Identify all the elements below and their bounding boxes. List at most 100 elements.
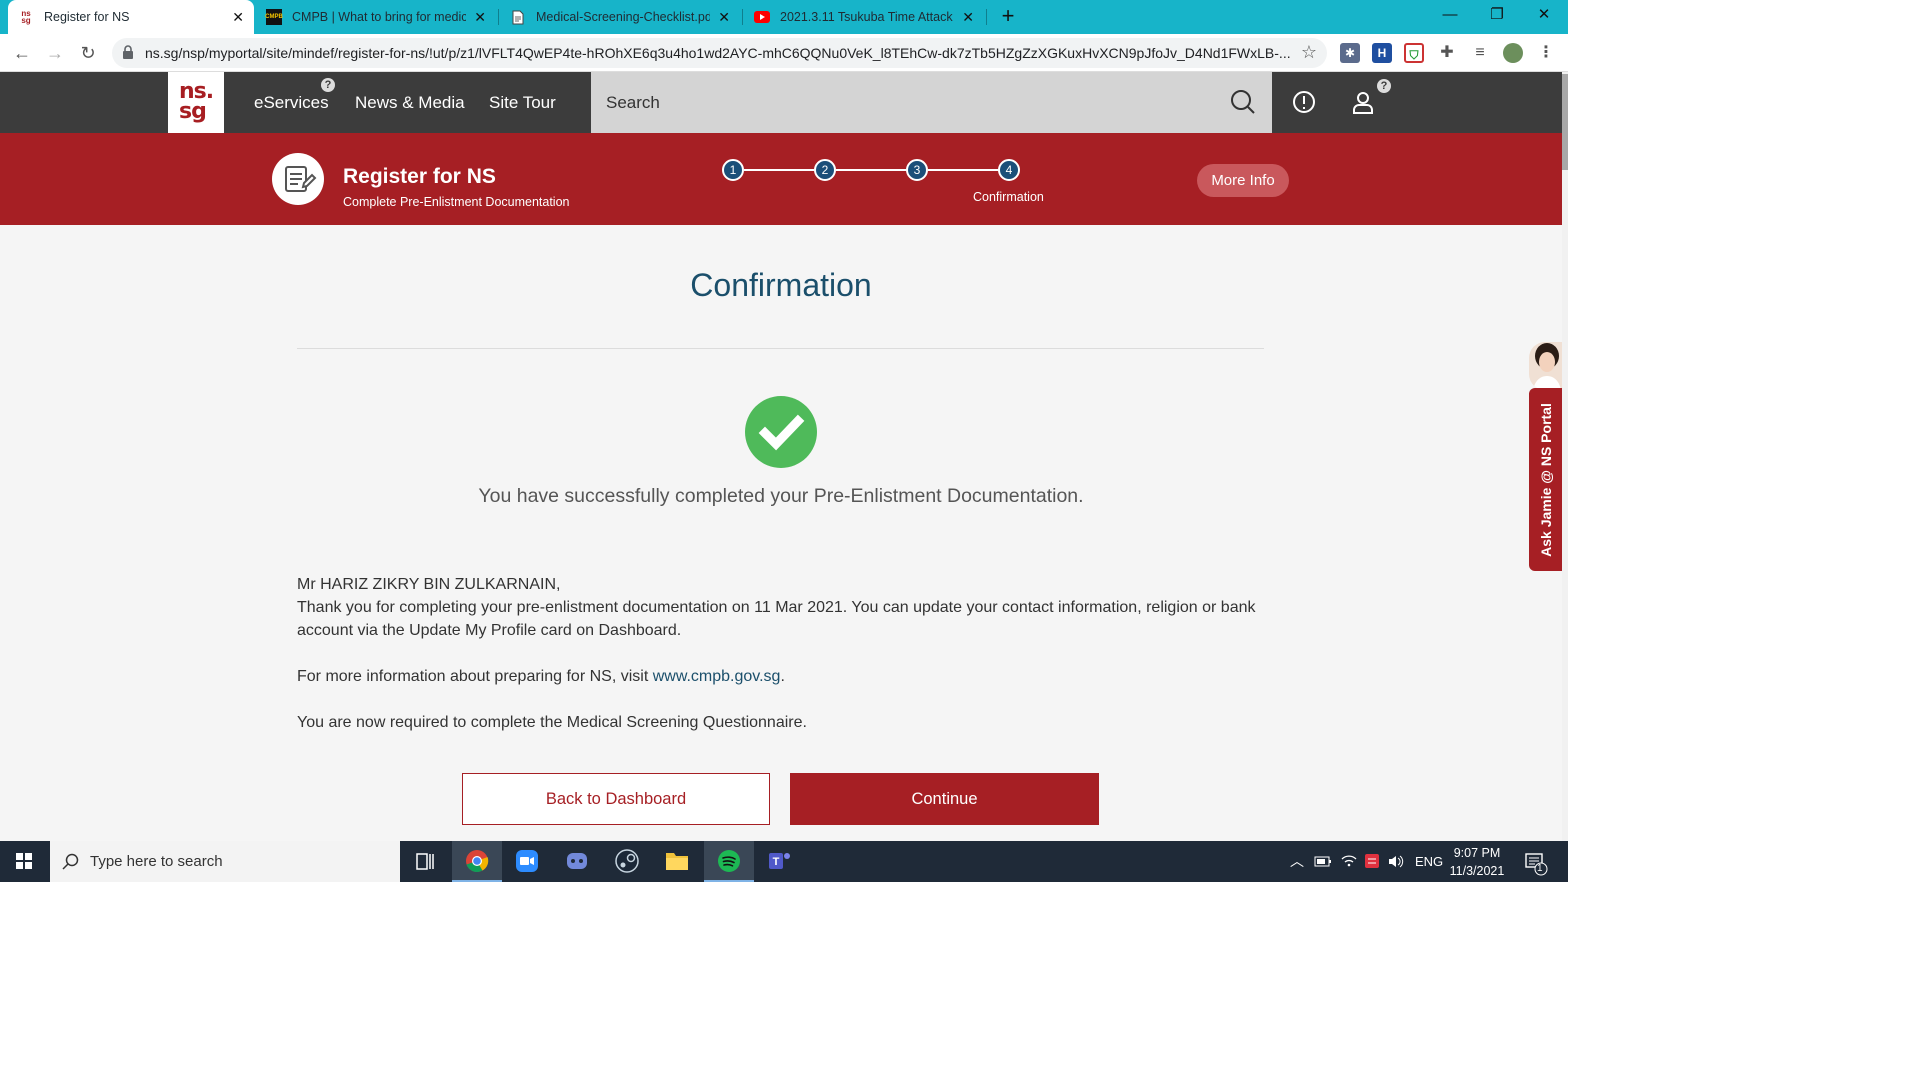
nssg-favicon-icon: ns sg: [21, 9, 31, 25]
ask-jamie-avatar[interactable]: [1529, 342, 1563, 390]
ask-jamie-tab[interactable]: Ask Jamie @ NS Portal: [1529, 388, 1562, 571]
wifi-icon[interactable]: [1340, 841, 1358, 882]
required-text: You are now required to complete the Med…: [297, 714, 807, 731]
document-icon: [272, 153, 324, 205]
task-view-icon[interactable]: [400, 841, 450, 882]
restore-icon[interactable]: ❐: [1474, 0, 1520, 34]
taskbar-clock[interactable]: 9:07 PM 11/3/2021: [1440, 844, 1514, 880]
success-check-icon: [745, 396, 817, 468]
tab-title: 2021.3.11 Tsukuba Time Attack P: [780, 10, 955, 24]
registration-banner: Register for NS Complete Pre-Enlistment …: [0, 133, 1562, 225]
cmpb-link[interactable]: www.cmpb.gov.sg: [653, 668, 781, 685]
greeting-text: Mr HARIZ ZIKRY BIN ZULKARNAIN,: [297, 576, 561, 593]
site-header: ns. sg eServices ? News & Media Site Tou…: [0, 72, 1562, 133]
clock-time: 9:07 PM: [1453, 846, 1501, 860]
site-search: [591, 72, 1272, 133]
steam-icon[interactable]: [602, 841, 652, 882]
close-icon[interactable]: ✕: [474, 9, 486, 26]
back-to-dashboard-button[interactable]: Back to Dashboard: [462, 773, 770, 825]
more-info-text: For more information about preparing for…: [297, 665, 1257, 688]
ask-jamie-label: Ask Jamie @ NS Portal: [1537, 402, 1554, 557]
tab-medical-checklist[interactable]: Medical-Screening-Checklist.pdf ✕: [500, 0, 740, 34]
action-center-icon[interactable]: 1: [1524, 841, 1550, 882]
chrome-icon[interactable]: [452, 841, 502, 882]
nav-news-media[interactable]: News & Media: [355, 72, 465, 133]
tab-title: Medical-Screening-Checklist.pdf: [536, 10, 711, 24]
extensions-icon[interactable]: ✚: [1437, 43, 1457, 63]
zoom-icon[interactable]: [502, 841, 552, 882]
step-connector: [744, 169, 824, 171]
pdf-file-icon: [510, 9, 526, 25]
tab-separator: [986, 9, 987, 25]
user-account-icon[interactable]: [1349, 88, 1377, 116]
battery-icon[interactable]: [1314, 841, 1332, 882]
windows-taskbar: Type here to search T ︿ ENG 9:07 PM 11/3…: [0, 841, 1568, 882]
logo-text-bottom: sg: [179, 99, 207, 124]
account-help-badge-icon: ?: [1377, 79, 1391, 93]
tab-register-for-ns[interactable]: ns sg Register for NS ✕: [8, 0, 254, 34]
taskbar-search-placeholder: Type here to search: [90, 853, 223, 870]
tab-youtube-video[interactable]: 2021.3.11 Tsukuba Time Attack P ✕: [744, 0, 984, 34]
taskbar-search[interactable]: Type here to search: [50, 841, 400, 882]
page-scrollbar[interactable]: [1562, 72, 1568, 841]
page-title: Confirmation: [690, 267, 872, 303]
close-icon[interactable]: ✕: [232, 9, 244, 26]
menu-dots-icon[interactable]: ⋮: [1536, 43, 1556, 63]
step-2: 2: [814, 159, 836, 181]
notification-app-icon[interactable]: [1363, 841, 1381, 882]
success-message: You have successfully completed your Pre…: [478, 485, 1084, 507]
step-1: 1: [722, 159, 744, 181]
file-explorer-icon[interactable]: [652, 841, 702, 882]
svg-text:T: T: [773, 856, 780, 868]
tab-separator: [742, 9, 743, 25]
step-connector: [836, 169, 916, 171]
teams-icon[interactable]: T: [754, 841, 804, 882]
forward-arrow-icon[interactable]: →: [42, 40, 68, 66]
extension-shield-icon[interactable]: ⛉: [1404, 43, 1424, 63]
new-tab-plus-icon[interactable]: +: [996, 4, 1020, 30]
windows-start-icon[interactable]: [0, 841, 48, 882]
tab-title: CMPB | What to bring for medica: [292, 10, 467, 24]
search-icon[interactable]: [1229, 88, 1257, 116]
continue-button[interactable]: Continue: [790, 773, 1099, 825]
close-icon[interactable]: ✕: [718, 9, 730, 26]
notification-count: 1: [1537, 863, 1543, 874]
profile-avatar[interactable]: [1503, 43, 1523, 63]
reload-icon[interactable]: ↻: [75, 40, 101, 66]
spotify-icon[interactable]: [704, 841, 754, 882]
language-indicator[interactable]: ENG: [1415, 841, 1443, 882]
window-close-icon[interactable]: ✕: [1521, 0, 1567, 34]
clock-date: 11/3/2021: [1449, 864, 1505, 878]
search-icon: [62, 853, 79, 870]
search-input[interactable]: [591, 72, 1211, 133]
tab-cmpb[interactable]: CMPB CMPB | What to bring for medica ✕: [256, 0, 496, 34]
thanks-text: Thank you for completing your pre-enlist…: [297, 599, 1256, 639]
banner-title: Register for NS: [343, 165, 496, 188]
scrollbar-thumb[interactable]: [1562, 74, 1568, 170]
volume-icon[interactable]: [1387, 841, 1405, 882]
browser-tab-strip: ns sg Register for NS ✕ CMPB CMPB | What …: [0, 0, 1568, 34]
back-arrow-icon[interactable]: ←: [9, 40, 35, 66]
show-hidden-icons-icon[interactable]: ︿: [1290, 841, 1304, 882]
nssg-logo[interactable]: ns. sg: [168, 72, 224, 133]
help-badge-icon: ?: [321, 78, 335, 92]
url-text[interactable]: ns.sg/nsp/myportal/site/mindef/register-…: [145, 38, 1295, 68]
cmpb-favicon-icon: CMPB: [265, 9, 283, 25]
extension-puzzle-icon[interactable]: ✱: [1340, 43, 1360, 63]
address-bar[interactable]: ns.sg/nsp/myportal/site/mindef/register-…: [112, 38, 1327, 68]
step-connector: [928, 169, 1008, 171]
nav-eservices[interactable]: eServices: [254, 72, 329, 133]
info-icon[interactable]: [1290, 88, 1318, 116]
more-info-button[interactable]: More Info: [1197, 164, 1289, 197]
tab-title: Register for NS: [44, 10, 130, 24]
step-3: 3: [906, 159, 928, 181]
tab-separator: [498, 9, 499, 25]
reading-list-icon[interactable]: ≡: [1470, 43, 1490, 63]
divider: [297, 348, 1264, 349]
minimize-icon[interactable]: —: [1427, 0, 1473, 34]
discord-icon[interactable]: [552, 841, 602, 882]
nav-site-tour[interactable]: Site Tour: [489, 72, 556, 133]
bookmark-star-icon[interactable]: ☆: [1301, 42, 1317, 63]
close-icon[interactable]: ✕: [962, 9, 974, 26]
extension-h-icon[interactable]: H: [1372, 43, 1392, 63]
